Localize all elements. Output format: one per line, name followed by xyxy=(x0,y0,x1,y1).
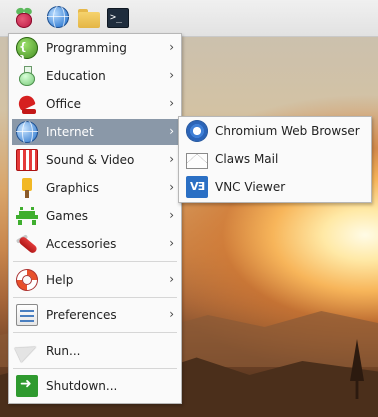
mail-icon xyxy=(186,152,208,169)
shutdown-icon xyxy=(16,375,38,397)
accessories-icon xyxy=(15,233,39,255)
programming-icon xyxy=(16,37,38,66)
submenu-arrow-icon: › xyxy=(169,208,174,222)
preferences-icon xyxy=(16,304,38,326)
menu-item-programming[interactable]: Programming › xyxy=(12,35,178,66)
submenu-arrow-icon: › xyxy=(169,236,174,250)
menu-item-label: Graphics xyxy=(46,181,99,195)
menu-item-label: Help xyxy=(46,273,74,287)
menu-item-accessories[interactable]: Accessories › xyxy=(12,231,178,257)
internet-icon xyxy=(16,121,38,143)
menu-separator xyxy=(13,297,177,298)
chromium-icon xyxy=(186,120,208,142)
menu-item-label: Programming xyxy=(46,41,127,55)
menu-item-education[interactable]: Education › xyxy=(12,63,178,89)
menu-item-label: Office xyxy=(46,97,82,111)
submenu-arrow-icon: › xyxy=(169,124,174,138)
submenu-arrow-icon: › xyxy=(169,272,174,286)
menu-item-graphics[interactable]: Graphics › xyxy=(12,175,178,201)
menu-item-help[interactable]: Help › xyxy=(12,267,178,293)
help-icon xyxy=(16,269,38,291)
menu-item-label: Run... xyxy=(46,344,81,358)
raspberry-pi-menu-icon[interactable] xyxy=(12,6,36,30)
education-icon xyxy=(16,65,38,87)
submenu-arrow-icon: › xyxy=(169,180,174,194)
menu-separator xyxy=(13,332,177,333)
menu-item-label: Games xyxy=(46,209,88,223)
sound-video-icon xyxy=(16,149,38,171)
menu-item-label: Accessories xyxy=(46,237,117,251)
menu-item-label: Sound & Video xyxy=(46,153,135,167)
submenu-item-vnc-viewer[interactable]: VƎ VNC Viewer xyxy=(182,174,368,200)
web-browser-icon[interactable] xyxy=(47,6,71,30)
menu-item-label: Preferences xyxy=(46,308,117,322)
file-manager-icon[interactable] xyxy=(77,6,101,30)
submenu-arrow-icon: › xyxy=(169,307,174,321)
menu-item-office[interactable]: Office › xyxy=(12,91,178,117)
menu-item-sound-video[interactable]: Sound & Video › xyxy=(12,147,178,173)
internet-submenu: Chromium Web Browser Claws Mail VƎ VNC V… xyxy=(178,116,372,203)
taskbar: >_ xyxy=(0,0,378,37)
submenu-arrow-icon: › xyxy=(169,152,174,166)
games-icon xyxy=(16,205,38,227)
submenu-arrow-icon: › xyxy=(169,40,174,54)
submenu-item-claws-mail[interactable]: Claws Mail xyxy=(182,146,368,172)
menu-item-label: Shutdown... xyxy=(46,379,118,393)
menu-item-games[interactable]: Games › xyxy=(12,203,178,229)
submenu-item-chromium[interactable]: Chromium Web Browser xyxy=(182,118,368,144)
graphics-icon xyxy=(16,177,38,199)
office-icon xyxy=(16,93,38,115)
menu-item-label: Education xyxy=(46,69,106,83)
vnc-viewer-icon: VƎ xyxy=(186,176,208,198)
run-icon xyxy=(16,340,38,362)
menu-item-preferences[interactable]: Preferences › xyxy=(12,302,178,328)
application-menu: Programming › Education › Office › Inter… xyxy=(8,33,182,404)
submenu-arrow-icon: › xyxy=(169,96,174,110)
submenu-arrow-icon: › xyxy=(169,68,174,82)
terminal-icon[interactable]: >_ xyxy=(107,6,131,30)
menu-item-internet[interactable]: Internet › xyxy=(12,119,178,145)
menu-separator xyxy=(13,261,177,262)
menu-separator xyxy=(13,368,177,369)
menu-item-label: Internet xyxy=(46,125,94,139)
submenu-item-label: Chromium Web Browser xyxy=(215,124,360,138)
submenu-item-label: Claws Mail xyxy=(215,152,279,166)
submenu-item-label: VNC Viewer xyxy=(215,180,286,194)
menu-item-shutdown[interactable]: Shutdown... xyxy=(12,373,178,399)
menu-item-run[interactable]: Run... xyxy=(12,338,178,364)
